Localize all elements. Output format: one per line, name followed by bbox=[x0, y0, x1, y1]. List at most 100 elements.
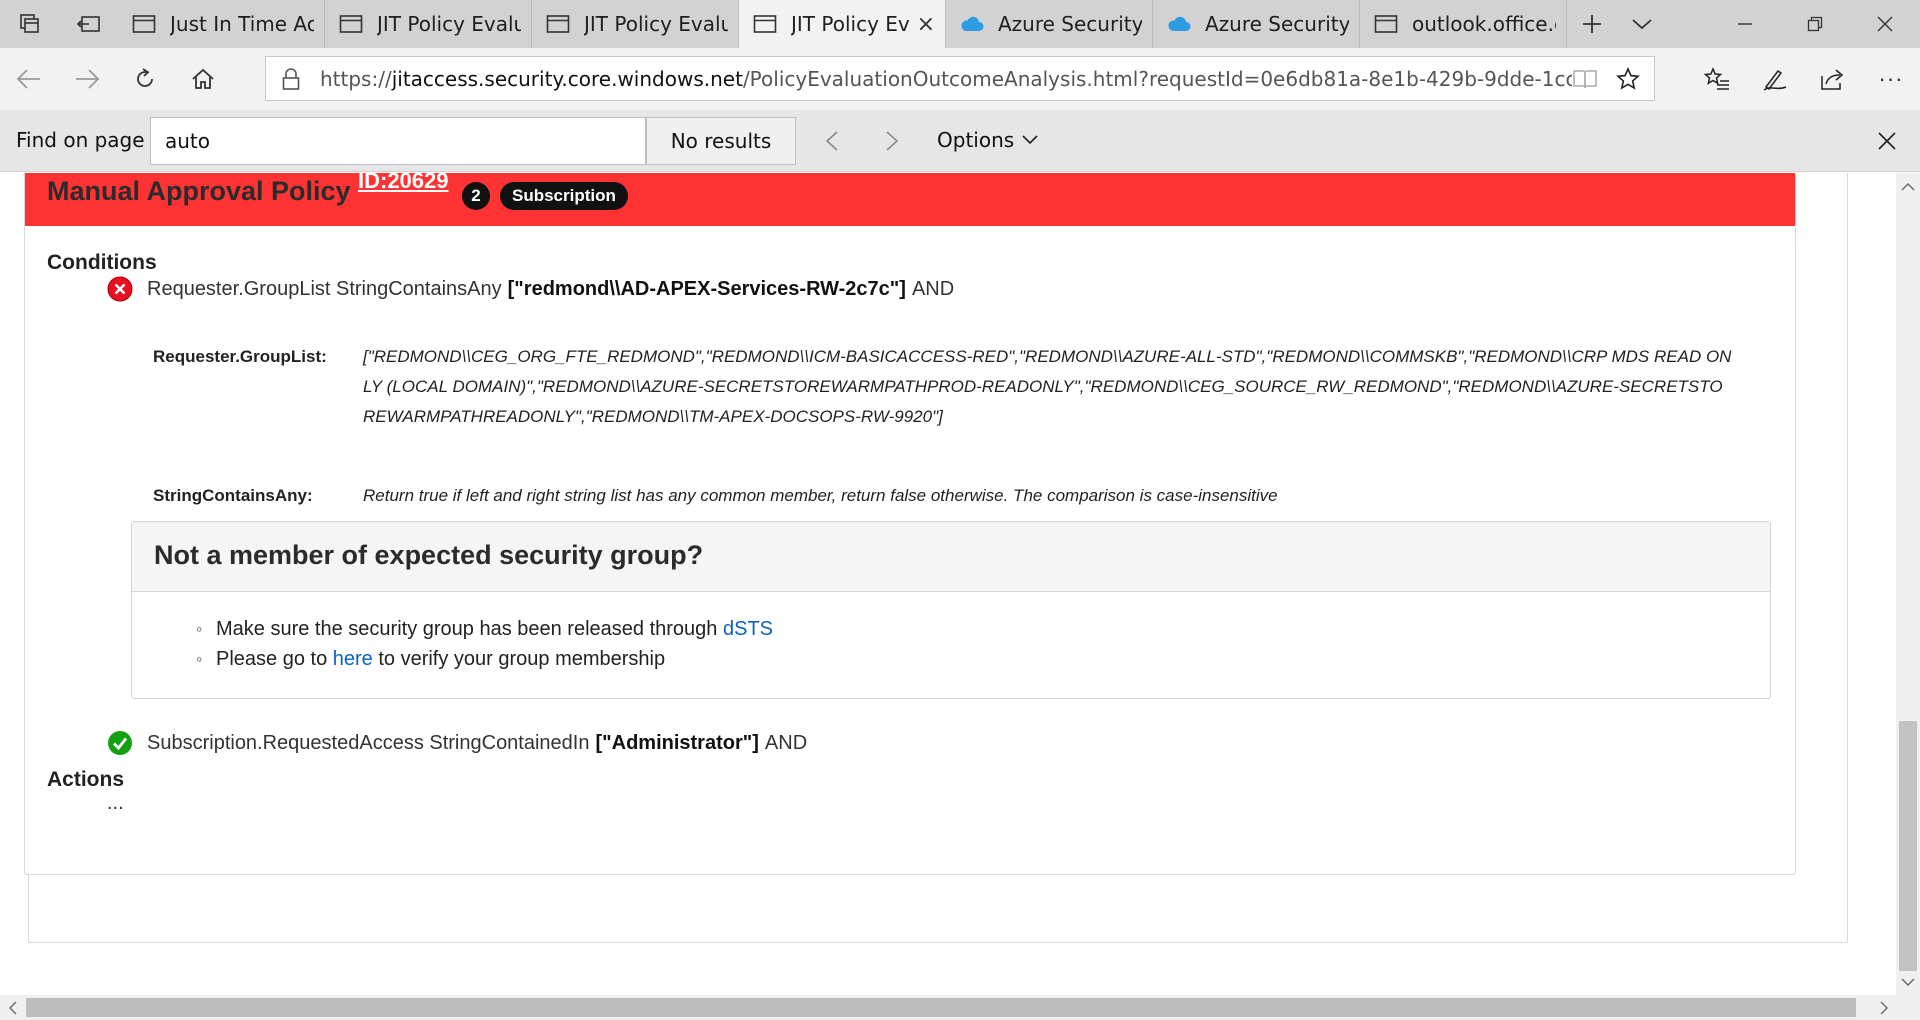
notes-button[interactable] bbox=[1746, 48, 1804, 110]
favorites-hub-button[interactable] bbox=[1688, 48, 1746, 110]
horizontal-scroll-thumb[interactable] bbox=[26, 998, 1856, 1017]
star-icon bbox=[1616, 66, 1640, 90]
plus-icon bbox=[1583, 15, 1601, 33]
share-button[interactable] bbox=[1804, 48, 1862, 110]
detail-key-string-contains-any: StringContainsAny: bbox=[153, 486, 313, 505]
tab-set-aside-button[interactable] bbox=[0, 0, 59, 48]
chevron-up-icon bbox=[1901, 182, 1915, 190]
chevron-down-icon bbox=[1022, 135, 1038, 145]
find-close-button[interactable] bbox=[1872, 126, 1902, 156]
dsts-link[interactable]: dSTS bbox=[723, 618, 773, 640]
tab-4[interactable]: JIT Policy Eva × bbox=[739, 0, 946, 48]
refresh-button[interactable] bbox=[116, 48, 174, 110]
page-viewport: Manual Approval Policy ID:20629 2 Subscr… bbox=[0, 173, 1896, 995]
tab-1[interactable]: Just In Time Acce bbox=[118, 0, 325, 48]
chevron-left-icon bbox=[8, 1001, 16, 1014]
address-bar[interactable]: https://jitaccess.security.core.windows.… bbox=[265, 56, 1655, 101]
horizontal-scrollbar[interactable] bbox=[0, 995, 1920, 1020]
chevron-down-icon bbox=[1632, 19, 1652, 30]
book-icon bbox=[1573, 69, 1597, 88]
find-bar: Find on page No results Options bbox=[0, 110, 1920, 172]
tab-preview-button[interactable] bbox=[1617, 0, 1667, 48]
vertical-scroll-thumb[interactable] bbox=[1899, 721, 1917, 971]
tab-6[interactable]: Azure Security C bbox=[1153, 0, 1360, 48]
tab-7[interactable]: outlook.office.co bbox=[1360, 0, 1567, 48]
scroll-left-button[interactable] bbox=[0, 995, 24, 1020]
tab-strip: Just In Time Acce JIT Policy Evaluat JIT P… bbox=[0, 0, 1920, 48]
policy-id-link[interactable]: ID:20629 bbox=[358, 173, 449, 194]
tab-3[interactable]: JIT Policy Evaluat bbox=[532, 0, 739, 48]
url-path: /PolicyEvaluationOutcomeAnalysis.html?re… bbox=[742, 66, 1572, 91]
close-tab-button[interactable]: × bbox=[917, 12, 935, 37]
tab-title: Just In Time Acce bbox=[170, 12, 314, 36]
reading-view-button[interactable] bbox=[1572, 68, 1598, 90]
home-button[interactable] bbox=[174, 48, 232, 110]
scroll-right-button[interactable] bbox=[1872, 995, 1896, 1020]
scroll-up-button[interactable] bbox=[1896, 175, 1920, 197]
condition-value: ["redmond\\AD-APEX-Services-RW-2c7c"] bbox=[507, 277, 906, 300]
find-options-label: Options bbox=[937, 128, 1015, 152]
close-icon bbox=[1877, 16, 1893, 32]
restore-button[interactable] bbox=[1780, 0, 1850, 48]
tab-list: Just In Time Acce JIT Policy Evaluat JIT P… bbox=[118, 0, 1567, 48]
detail-value-string-contains-any: Return true if left and right string lis… bbox=[363, 486, 1278, 505]
refresh-icon bbox=[137, 68, 153, 87]
help-heading: Not a member of expected security group? bbox=[132, 522, 1770, 592]
pen-icon bbox=[1763, 69, 1787, 91]
restore-icon bbox=[1807, 16, 1823, 32]
close-window-button[interactable] bbox=[1850, 0, 1920, 48]
close-icon bbox=[1878, 132, 1896, 150]
find-input[interactable] bbox=[150, 117, 646, 165]
cloud-icon bbox=[1167, 15, 1191, 33]
home-icon bbox=[192, 68, 214, 89]
condition-row-requested-access: Subscription.RequestedAccess StringConta… bbox=[107, 730, 807, 756]
lock-icon[interactable] bbox=[282, 68, 300, 90]
favorite-button[interactable] bbox=[1616, 66, 1640, 91]
actions-heading: Actions bbox=[47, 768, 125, 791]
find-previous-button[interactable] bbox=[815, 124, 849, 158]
tab-5[interactable]: Azure Security C bbox=[946, 0, 1153, 48]
check-circle-icon bbox=[108, 731, 132, 755]
policy-card: Manual Approval Policy ID:20629 2 Subscr… bbox=[24, 173, 1796, 875]
tab-title: outlook.office.co bbox=[1412, 12, 1556, 36]
find-options-dropdown[interactable]: Options bbox=[937, 128, 1038, 152]
scroll-down-button[interactable] bbox=[1896, 971, 1920, 993]
minimize-icon bbox=[1738, 23, 1752, 25]
chevron-right-icon bbox=[886, 131, 899, 151]
set-aside-icon bbox=[76, 16, 100, 32]
policy-header: Manual Approval Policy ID:20629 2 Subscr… bbox=[25, 173, 1795, 226]
url-scheme: https:// bbox=[320, 66, 392, 91]
conditions-heading: Conditions bbox=[47, 251, 157, 274]
new-tab-button[interactable] bbox=[1567, 0, 1617, 48]
actions-value: ... bbox=[107, 792, 124, 814]
minimize-button[interactable] bbox=[1710, 0, 1780, 48]
condition-field: Requester.GroupList StringContainsAny bbox=[147, 277, 502, 300]
back-button[interactable] bbox=[0, 48, 58, 110]
condition-value: ["Administrator"] bbox=[595, 731, 759, 754]
set-tabs-aside-button[interactable] bbox=[59, 0, 118, 48]
vertical-scrollbar[interactable] bbox=[1896, 173, 1920, 995]
help-list: Make sure the security group has been re… bbox=[132, 592, 1770, 674]
here-link[interactable]: here bbox=[333, 648, 373, 670]
chevron-left-icon bbox=[825, 131, 838, 151]
url-text[interactable]: https://jitaccess.security.core.windows.… bbox=[320, 67, 1572, 91]
condition-field: Subscription.RequestedAccess StringConta… bbox=[147, 731, 590, 754]
policy-title: Manual Approval Policy bbox=[47, 176, 351, 206]
find-results-count: No results bbox=[646, 117, 796, 165]
tab-2[interactable]: JIT Policy Evaluat bbox=[325, 0, 532, 48]
more-button[interactable]: ··· bbox=[1862, 48, 1920, 110]
page-icon bbox=[546, 14, 570, 34]
chevron-right-icon bbox=[1880, 1001, 1888, 1014]
tab-title: Azure Security C bbox=[1205, 12, 1349, 36]
url-host: jitaccess.security.core.windows.net bbox=[391, 66, 743, 91]
share-icon bbox=[1821, 69, 1844, 90]
arrow-left-icon bbox=[16, 69, 40, 89]
condition-joiner: AND bbox=[764, 731, 808, 754]
condition-joiner: AND bbox=[911, 277, 955, 300]
detail-key-group-list: Requester.GroupList: bbox=[153, 347, 327, 366]
forward-button[interactable] bbox=[58, 48, 116, 110]
tab-title: JIT Policy Evaluat bbox=[584, 12, 728, 36]
help-item-text: to verify your group membership bbox=[372, 648, 666, 670]
find-next-button[interactable] bbox=[875, 124, 909, 158]
find-label: Find on page bbox=[16, 128, 145, 152]
